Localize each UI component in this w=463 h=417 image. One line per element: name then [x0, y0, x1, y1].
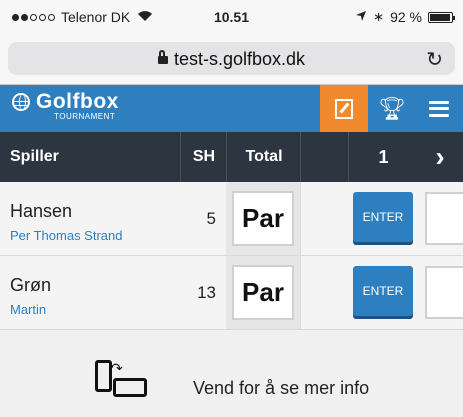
app-header: Golfbox TOURNAMENT 🏆︎	[0, 85, 463, 132]
status-right: ∗ 92 %	[355, 9, 455, 25]
location-arrow-icon	[355, 9, 367, 25]
enter-score-button[interactable]: ENTER	[353, 192, 413, 242]
lock-icon	[157, 50, 168, 64]
battery-percent: 92 %	[390, 9, 422, 25]
col-header-total: Total	[226, 132, 301, 182]
leaderboard-button[interactable]: 🏆︎	[368, 85, 416, 132]
logo-subtitle: TOURNAMENT	[54, 112, 116, 121]
blank-cell	[300, 256, 349, 329]
bluetooth-icon: ∗	[373, 9, 385, 24]
menu-icon	[429, 100, 449, 117]
total-value: Par	[232, 265, 294, 320]
score-table-header: Spiller SH Total 1 ›	[0, 132, 463, 182]
browser-toolbar: test-s.golfbox.dk ↻	[0, 34, 463, 85]
player-lastname: Hansen	[10, 201, 73, 221]
player-sh: 13	[197, 283, 216, 302]
logo-text: Golfbox	[36, 90, 119, 113]
next-hole-cell[interactable]	[425, 266, 463, 319]
golf-ball-icon	[12, 93, 30, 111]
battery-icon	[428, 11, 455, 23]
blank-cell	[300, 182, 349, 255]
col-header-blank	[300, 132, 349, 182]
scorecard-icon	[335, 98, 353, 119]
rotate-phone-icon: ↷	[95, 360, 147, 400]
reload-icon[interactable]: ↻	[426, 47, 443, 72]
golfbox-logo[interactable]: Golfbox TOURNAMENT	[12, 90, 119, 121]
player-firstname[interactable]: Martin	[10, 302, 46, 317]
enter-score-button[interactable]: ENTER	[353, 266, 413, 316]
trophy-icon: 🏆︎	[378, 95, 406, 121]
next-hole-button[interactable]: ›	[417, 132, 463, 182]
col-header-hole: 1	[348, 132, 418, 182]
chevron-right-icon: ›	[435, 141, 445, 172]
url-text: test-s.golfbox.dk	[173, 49, 306, 69]
col-header-sh: SH	[180, 132, 227, 182]
table-row: Hansen Per Thomas Strand 5 Par ENTER	[0, 182, 463, 256]
col-header-player: Spiller	[10, 148, 59, 165]
player-sh: 5	[206, 209, 216, 228]
rotate-hint-text: Vend for å se mer info	[193, 378, 370, 398]
address-bar[interactable]: test-s.golfbox.dk ↻	[8, 42, 455, 75]
next-hole-cell[interactable]	[425, 192, 463, 245]
scorecard-button[interactable]	[320, 85, 368, 132]
menu-button[interactable]	[415, 85, 463, 132]
rotate-hint: ↷ Vend for å se mer info	[0, 338, 463, 417]
player-firstname[interactable]: Per Thomas Strand	[10, 228, 122, 243]
total-value: Par	[232, 191, 294, 246]
player-lastname: Grøn	[10, 275, 52, 295]
table-row: Grøn Martin 13 Par ENTER	[0, 256, 463, 330]
status-bar: Telenor DK 10.51 ∗ 92 %	[0, 0, 463, 34]
